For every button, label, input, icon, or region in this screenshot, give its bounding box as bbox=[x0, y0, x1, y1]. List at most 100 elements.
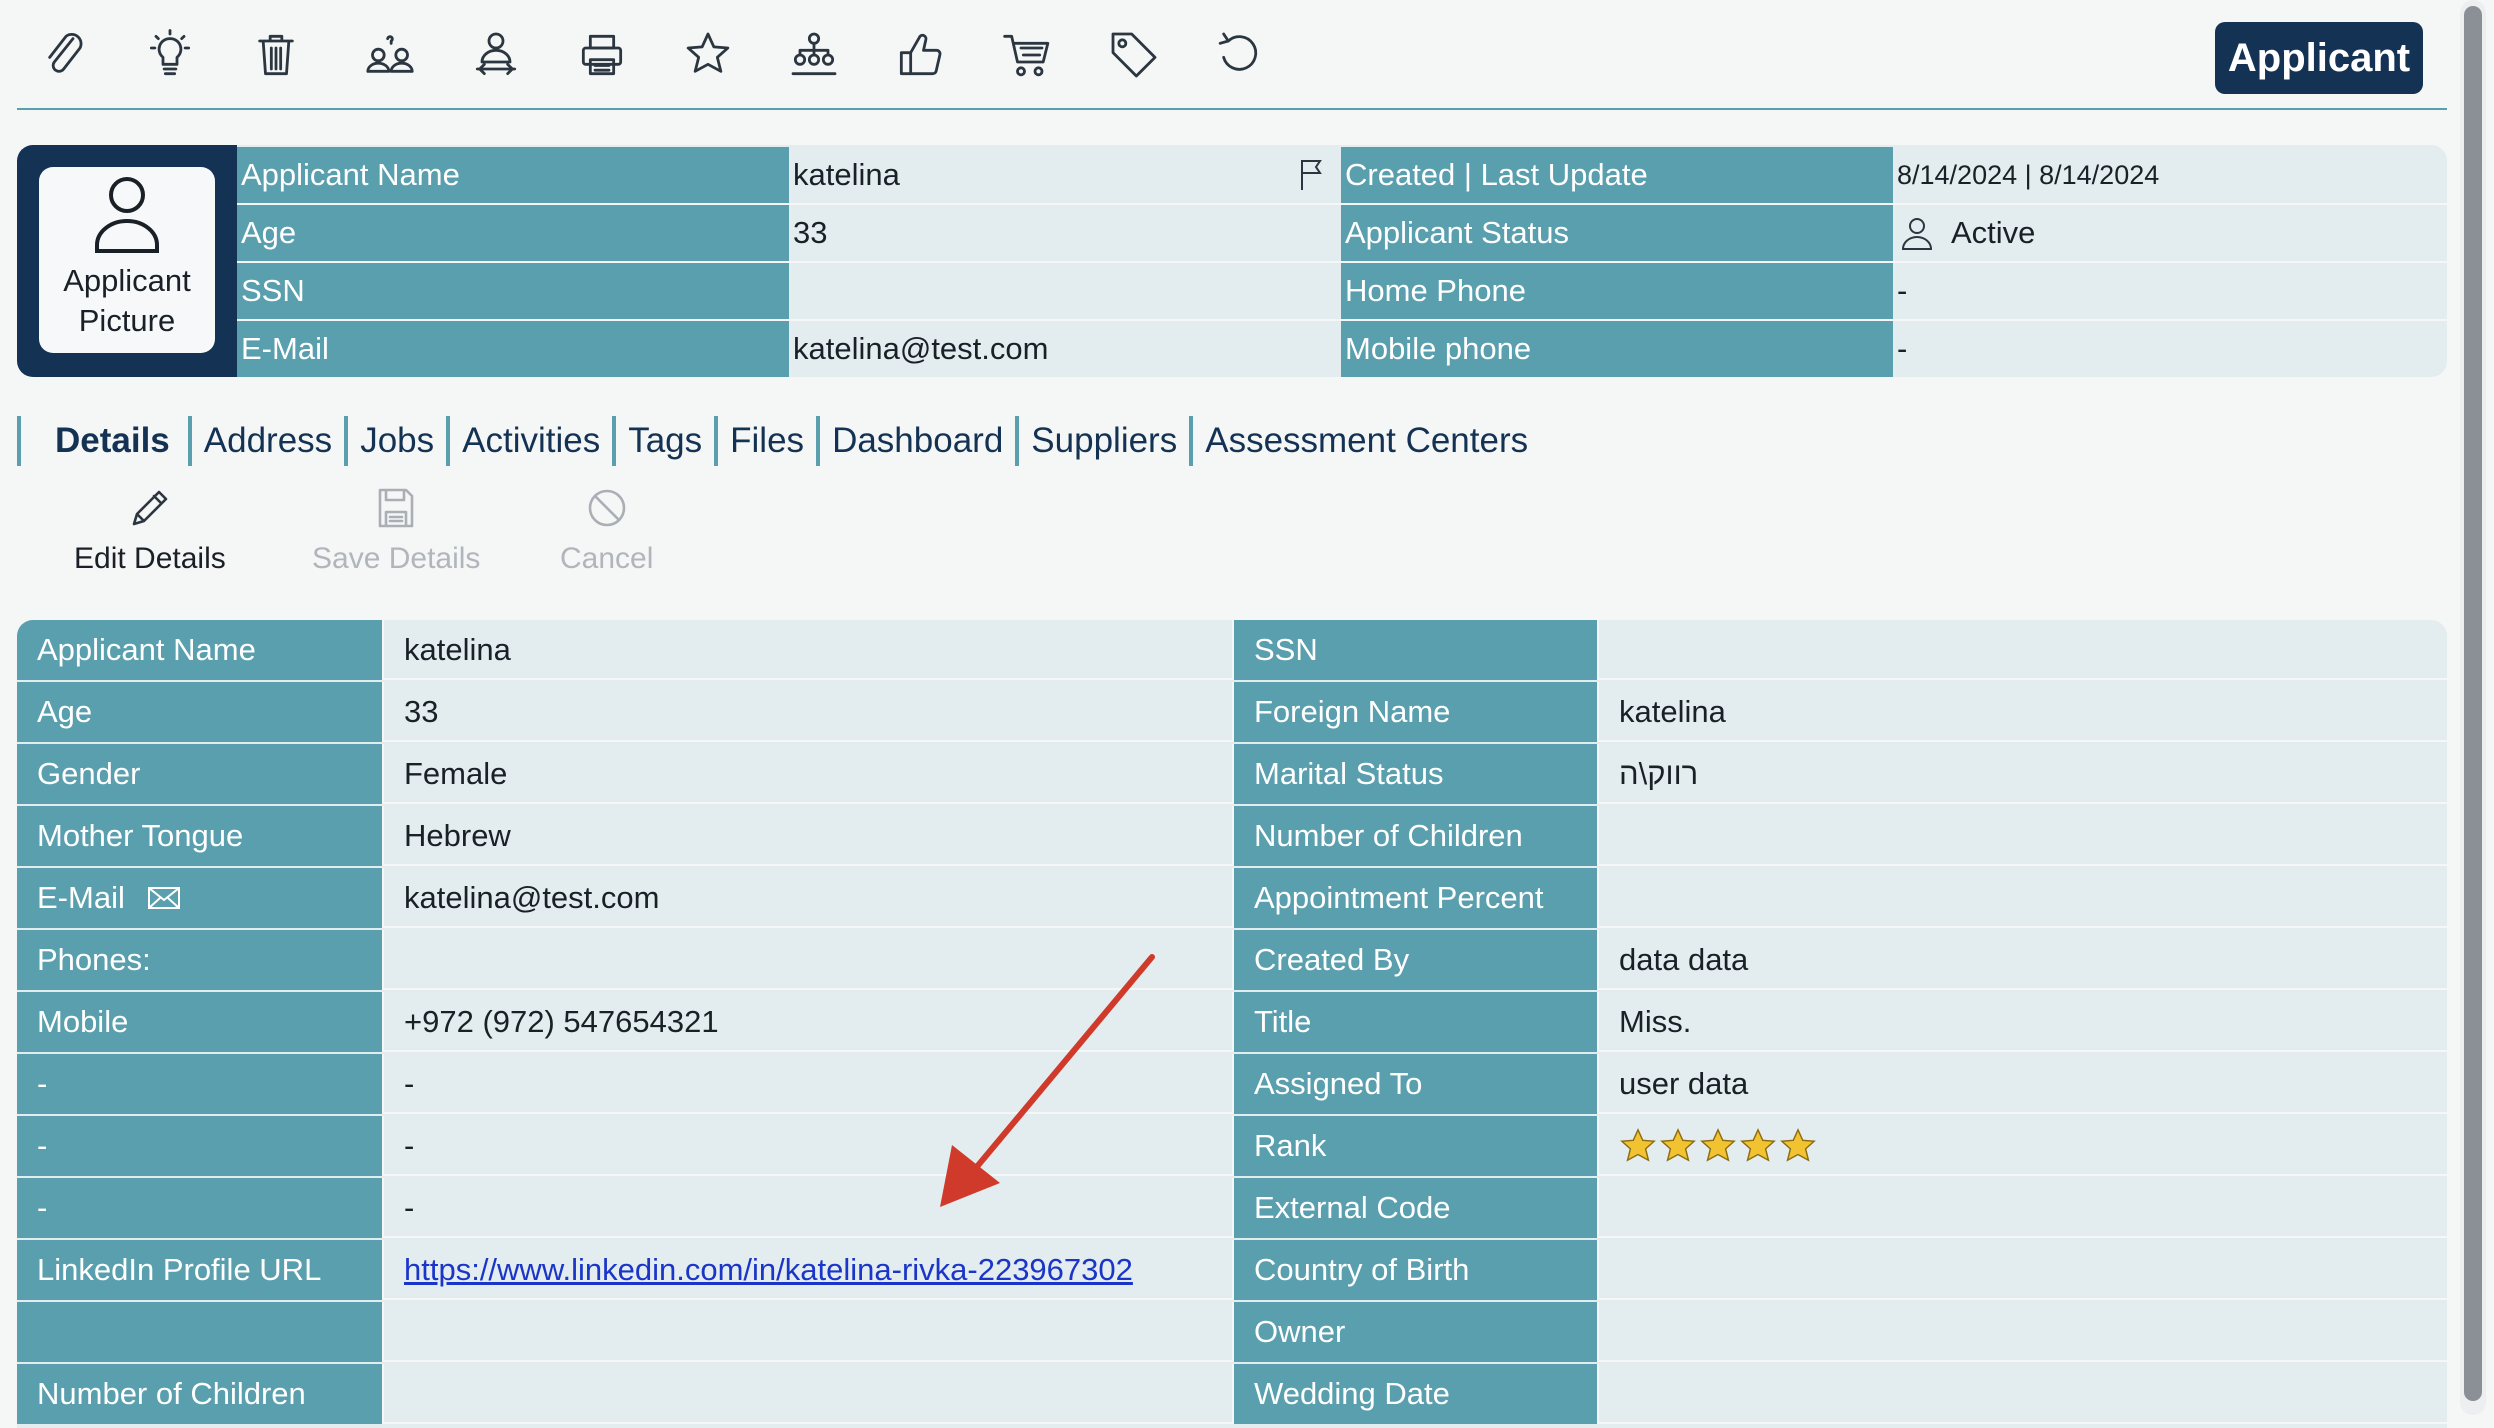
field-value bbox=[1597, 1302, 2447, 1362]
field-label: Gender bbox=[17, 744, 382, 804]
save-icon bbox=[378, 488, 414, 528]
mail-icon[interactable] bbox=[147, 886, 181, 910]
table-row: Gender Female Marital Status רווק\ה bbox=[17, 744, 2447, 804]
rank-star-icon[interactable] bbox=[1699, 1127, 1737, 1165]
table-row: Owner bbox=[17, 1302, 2447, 1362]
printer-icon[interactable] bbox=[567, 20, 637, 90]
field-value: רווק\ה bbox=[1597, 744, 2447, 804]
table-row: Applicant Name katelina SSN bbox=[17, 620, 2447, 680]
page-title-badge: Applicant bbox=[2215, 22, 2423, 94]
field-value bbox=[1597, 620, 2447, 680]
details-table: Applicant Name katelina SSN Age 33 Forei… bbox=[17, 620, 2447, 1428]
field-value: user data bbox=[1597, 1054, 2447, 1114]
field-label: Mother Tongue bbox=[17, 806, 382, 866]
field-value: 33 bbox=[382, 682, 1250, 742]
thumbs-up-icon[interactable] bbox=[885, 20, 955, 90]
field-label: Assigned To bbox=[1232, 1054, 1597, 1114]
save-details-button[interactable]: Save Details bbox=[312, 484, 480, 576]
field-value bbox=[382, 1302, 1250, 1362]
field-label: Owner bbox=[1232, 1302, 1597, 1362]
header-value: 33 bbox=[793, 215, 828, 250]
field-label: - bbox=[17, 1054, 382, 1114]
tab-dashboard[interactable]: Dashboard bbox=[816, 416, 1015, 466]
toolbar: Applicant bbox=[17, 0, 2447, 110]
cart-icon[interactable] bbox=[993, 20, 1063, 90]
created-update-value: 8/14/2024 | 8/14/2024 bbox=[1897, 159, 2160, 190]
field-value bbox=[382, 1364, 1250, 1424]
header-label: Applicant Status bbox=[1341, 205, 1893, 261]
rank-stars[interactable] bbox=[1619, 1127, 1817, 1165]
table-row: Mother Tongue Hebrew Number of Children bbox=[17, 806, 2447, 866]
header-label: Mobile phone bbox=[1341, 321, 1893, 377]
field-label: Applicant Name bbox=[17, 620, 382, 680]
table-row: E-Mail katelina@test.com Appointment Per… bbox=[17, 868, 2447, 928]
field-value bbox=[1597, 1364, 2447, 1424]
people-question-icon[interactable] bbox=[355, 20, 425, 90]
header-label: E-Mail bbox=[237, 321, 789, 377]
cancel-button[interactable]: Cancel bbox=[560, 484, 653, 576]
table-row: - - External Code bbox=[17, 1178, 2447, 1238]
star-icon[interactable] bbox=[673, 20, 743, 90]
tab-address[interactable]: Address bbox=[187, 416, 344, 466]
flag-icon[interactable] bbox=[1297, 158, 1327, 192]
edit-details-button[interactable]: Edit Details bbox=[74, 484, 226, 576]
cancel-icon bbox=[588, 489, 625, 527]
rank-star-icon[interactable] bbox=[1779, 1127, 1817, 1165]
paperclip-icon[interactable] bbox=[31, 20, 101, 90]
field-label: Number of Children bbox=[1232, 806, 1597, 866]
lightbulb-icon[interactable] bbox=[135, 20, 205, 90]
tab-files[interactable]: Files bbox=[714, 416, 816, 466]
field-value: - bbox=[382, 1054, 1250, 1114]
field-label: - bbox=[17, 1178, 382, 1238]
table-row: - - Rank bbox=[17, 1116, 2447, 1176]
header-label: Home Phone bbox=[1341, 263, 1893, 319]
field-label: - bbox=[17, 1116, 382, 1176]
linkedin-profile-link[interactable]: https://www.linkedin.com/in/katelina-riv… bbox=[404, 1252, 1133, 1288]
field-label: LinkedIn Profile URL bbox=[17, 1240, 382, 1300]
user-status-icon bbox=[1901, 218, 1933, 250]
field-label: External Code bbox=[1232, 1178, 1597, 1238]
rank-star-icon[interactable] bbox=[1659, 1127, 1697, 1165]
tag-icon[interactable] bbox=[1099, 20, 1169, 90]
hierarchy-icon[interactable] bbox=[779, 20, 849, 90]
field-value bbox=[382, 930, 1250, 990]
trash-icon[interactable] bbox=[241, 20, 311, 90]
field-value: +972 (972) 547654321 bbox=[382, 992, 1250, 1052]
tab-tags[interactable]: Tags bbox=[612, 416, 714, 466]
rank-star-icon[interactable] bbox=[1739, 1127, 1777, 1165]
table-row: - - Assigned To user data bbox=[17, 1054, 2447, 1114]
field-value: - bbox=[382, 1178, 1250, 1238]
table-row: Phones: Created By data data bbox=[17, 930, 2447, 990]
scrollbar-thumb[interactable] bbox=[2464, 6, 2482, 1401]
tab-suppliers[interactable]: Suppliers bbox=[1015, 416, 1189, 466]
rank-star-icon[interactable] bbox=[1619, 1127, 1657, 1165]
header-value: - bbox=[1897, 331, 1908, 366]
person-icon bbox=[95, 177, 159, 253]
field-label: Phones: bbox=[17, 930, 382, 990]
header-label: SSN bbox=[237, 263, 789, 319]
tab-jobs[interactable]: Jobs bbox=[344, 416, 446, 466]
applicant-picture[interactable]: Applicant Picture bbox=[39, 167, 215, 353]
field-label bbox=[17, 1302, 382, 1362]
field-value: katelina@test.com bbox=[382, 868, 1250, 928]
refresh-icon[interactable] bbox=[1205, 20, 1275, 90]
field-label: Created By bbox=[1232, 930, 1597, 990]
table-row: Mobile +972 (972) 547654321 Title Miss. bbox=[17, 992, 2447, 1052]
field-label: SSN bbox=[1232, 620, 1597, 680]
header-label: Age bbox=[237, 205, 789, 261]
tab-details[interactable]: Details bbox=[17, 416, 188, 466]
field-label: Marital Status bbox=[1232, 744, 1597, 804]
field-value bbox=[1597, 1240, 2447, 1300]
header-value: katelina bbox=[789, 147, 1341, 203]
person-transfer-icon[interactable] bbox=[461, 20, 531, 90]
tab-activities[interactable]: Activities bbox=[446, 416, 612, 466]
tab-assessment-centers[interactable]: Assessment Centers bbox=[1189, 416, 1528, 466]
field-label: Appointment Percent bbox=[1232, 868, 1597, 928]
table-row: Number of Children Wedding Date bbox=[17, 1364, 2447, 1424]
vertical-scrollbar[interactable] bbox=[2460, 0, 2486, 1415]
field-value: Female bbox=[382, 744, 1250, 804]
field-value: katelina bbox=[382, 620, 1250, 680]
header-value bbox=[789, 263, 1341, 319]
header-value: katelina@test.com bbox=[793, 331, 1049, 366]
pencil-icon bbox=[132, 490, 168, 526]
